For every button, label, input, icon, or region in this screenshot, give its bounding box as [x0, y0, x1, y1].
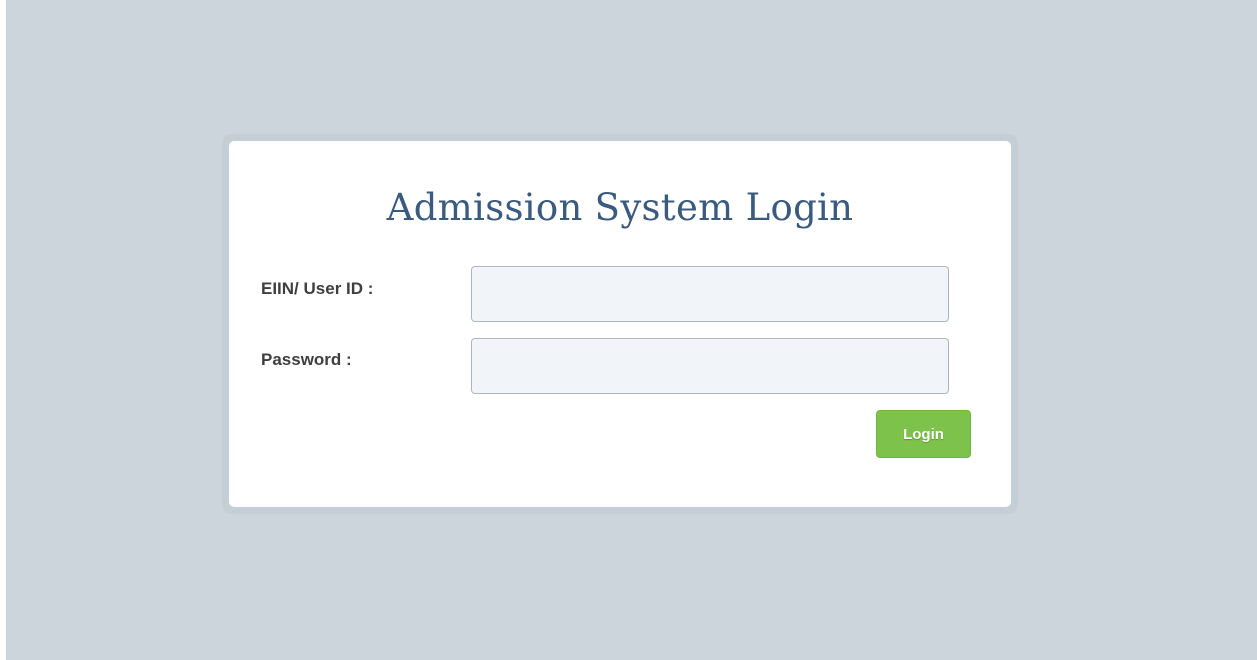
user-id-label: EIIN/ User ID : — [261, 279, 374, 298]
password-input[interactable] — [471, 338, 949, 394]
user-id-input[interactable] — [471, 266, 949, 322]
login-title: Admission System Login — [386, 186, 854, 229]
password-label: Password : — [261, 350, 352, 369]
login-button[interactable]: Login — [876, 410, 971, 458]
